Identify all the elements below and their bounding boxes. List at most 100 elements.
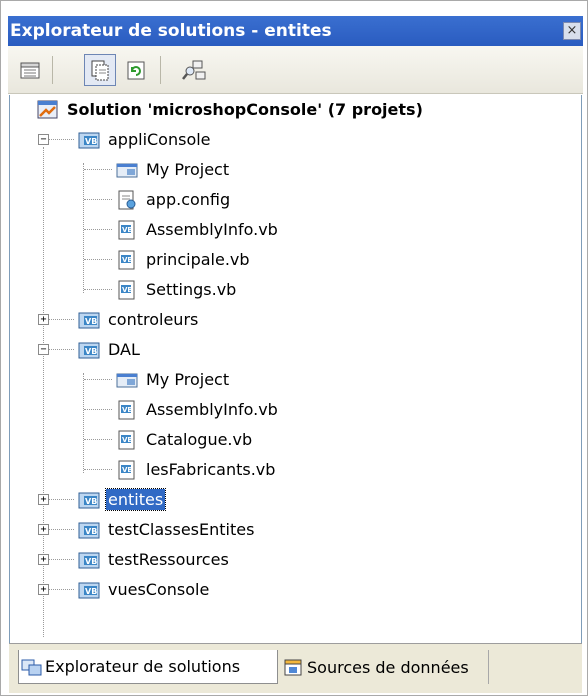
node-label: My Project	[146, 369, 230, 389]
project-node[interactable]: VB testRessources	[78, 547, 231, 571]
file-node[interactable]: app.config	[116, 187, 232, 211]
tree-line	[84, 409, 112, 410]
solution-tree[interactable]: Solution 'microshopConsole' (7 projets) …	[9, 95, 582, 643]
expand-icon[interactable]: +	[38, 584, 49, 595]
project-node[interactable]: VB appliConsole	[78, 127, 213, 151]
vb-project-icon: VB	[78, 579, 100, 599]
node-label: testRessources	[108, 549, 229, 569]
bottom-tab-strip: Explorateur de solutions Sources de donn…	[9, 643, 582, 693]
properties-button[interactable]	[14, 54, 46, 86]
tree-line	[83, 163, 84, 293]
expand-icon[interactable]: +	[38, 554, 49, 565]
node-label: appliConsole	[108, 129, 211, 149]
properties-icon	[20, 62, 40, 79]
node-label: app.config	[146, 189, 231, 209]
node-label: controleurs	[108, 309, 199, 329]
refresh-button[interactable]	[120, 54, 152, 86]
solution-node[interactable]: Solution 'microshopConsole' (7 projets)	[37, 97, 425, 121]
project-node[interactable]: VB DAL	[78, 337, 142, 361]
vb-file-icon: VB	[116, 399, 136, 420]
show-all-files-icon	[91, 60, 109, 81]
close-button[interactable]: ×	[563, 22, 581, 40]
file-node[interactable]: VB AssemblyInfo.vb	[116, 217, 280, 241]
solution-icon	[37, 99, 58, 119]
project-node[interactable]: VB vuesConsole	[78, 577, 211, 601]
tree-line	[84, 229, 112, 230]
svg-text:VB: VB	[85, 137, 97, 146]
svg-text:VB: VB	[85, 317, 97, 326]
expand-icon[interactable]: +	[38, 524, 49, 535]
refresh-icon	[127, 61, 145, 80]
vb-file-icon: VB	[116, 279, 136, 300]
svg-text:VB: VB	[122, 256, 133, 264]
svg-text:VB: VB	[85, 527, 97, 536]
window-title: Explorateur de solutions - entites	[10, 21, 332, 41]
file-node[interactable]: VB AssemblyInfo.vb	[116, 397, 280, 421]
svg-text:VB: VB	[122, 406, 133, 414]
file-node[interactable]: VB Catalogue.vb	[116, 427, 254, 451]
config-file-icon	[116, 189, 136, 210]
node-label: My Project	[146, 159, 230, 179]
tab-label: Sources de données	[307, 657, 469, 677]
tree-line	[84, 259, 112, 260]
vb-project-icon: VB	[78, 489, 100, 509]
node-label: principale.vb	[146, 249, 250, 269]
node-label: AssemblyInfo.vb	[146, 219, 278, 239]
svg-text:VB: VB	[122, 436, 133, 444]
view-class-diagram-button[interactable]	[178, 54, 210, 86]
tree-line	[84, 439, 112, 440]
svg-text:VB: VB	[85, 347, 97, 356]
vb-project-icon: VB	[78, 129, 100, 149]
project-node[interactable]: VB testClassesEntites	[78, 517, 256, 541]
expand-icon[interactable]: +	[38, 494, 49, 505]
toolbar-separator	[160, 56, 161, 84]
close-icon: ×	[566, 23, 578, 38]
file-node[interactable]: VB lesFabricants.vb	[116, 457, 277, 481]
title-bar: Explorateur de solutions - entites ×	[8, 16, 583, 46]
svg-text:VB: VB	[122, 226, 133, 234]
file-node[interactable]: My Project	[116, 157, 231, 181]
vb-file-icon: VB	[116, 219, 136, 240]
node-label: lesFabricants.vb	[146, 459, 276, 479]
my-project-icon	[116, 369, 138, 389]
my-project-icon	[116, 159, 138, 179]
solution-label: Solution 'microshopConsole' (7 projets)	[67, 99, 423, 119]
toolbar	[8, 46, 583, 94]
svg-text:VB: VB	[85, 497, 97, 506]
vb-project-icon: VB	[78, 549, 100, 569]
tab-solution-explorer[interactable]: Explorateur de solutions	[18, 650, 278, 684]
project-node[interactable]: VB entites	[78, 487, 167, 511]
tab-data-sources[interactable]: Sources de données	[281, 650, 489, 684]
tree-line	[84, 169, 112, 170]
solution-explorer-panel: Explorateur de solutions - entites × Sol…	[0, 0, 588, 696]
collapse-icon[interactable]: −	[38, 134, 49, 145]
view-class-diagram-icon	[182, 60, 206, 80]
node-label: Catalogue.vb	[146, 429, 253, 449]
project-node[interactable]: VB controleurs	[78, 307, 200, 331]
vb-file-icon: VB	[116, 429, 136, 450]
vb-project-icon: VB	[78, 339, 100, 359]
tab-label: Explorateur de solutions	[45, 657, 241, 676]
file-node[interactable]: VB principale.vb	[116, 247, 252, 271]
tree-line	[84, 379, 112, 380]
tree-line	[84, 199, 112, 200]
tree-line	[84, 289, 112, 290]
node-label: DAL	[108, 339, 140, 359]
node-label: testClassesEntites	[108, 519, 255, 539]
node-label: vuesConsole	[108, 579, 210, 599]
svg-text:VB: VB	[122, 286, 133, 294]
show-all-files-button[interactable]	[84, 54, 116, 86]
expand-icon[interactable]: +	[38, 314, 49, 325]
file-node[interactable]: VB Settings.vb	[116, 277, 238, 301]
data-sources-icon	[283, 657, 305, 677]
solution-explorer-icon	[21, 657, 43, 677]
svg-text:VB: VB	[85, 557, 97, 566]
node-label: entites	[104, 487, 167, 511]
node-label: Settings.vb	[146, 279, 237, 299]
file-node[interactable]: My Project	[116, 367, 231, 391]
svg-text:VB: VB	[122, 466, 133, 474]
collapse-icon[interactable]: −	[38, 344, 49, 355]
vb-project-icon: VB	[78, 309, 100, 329]
vb-file-icon: VB	[116, 459, 136, 480]
node-label: AssemblyInfo.vb	[146, 399, 278, 419]
